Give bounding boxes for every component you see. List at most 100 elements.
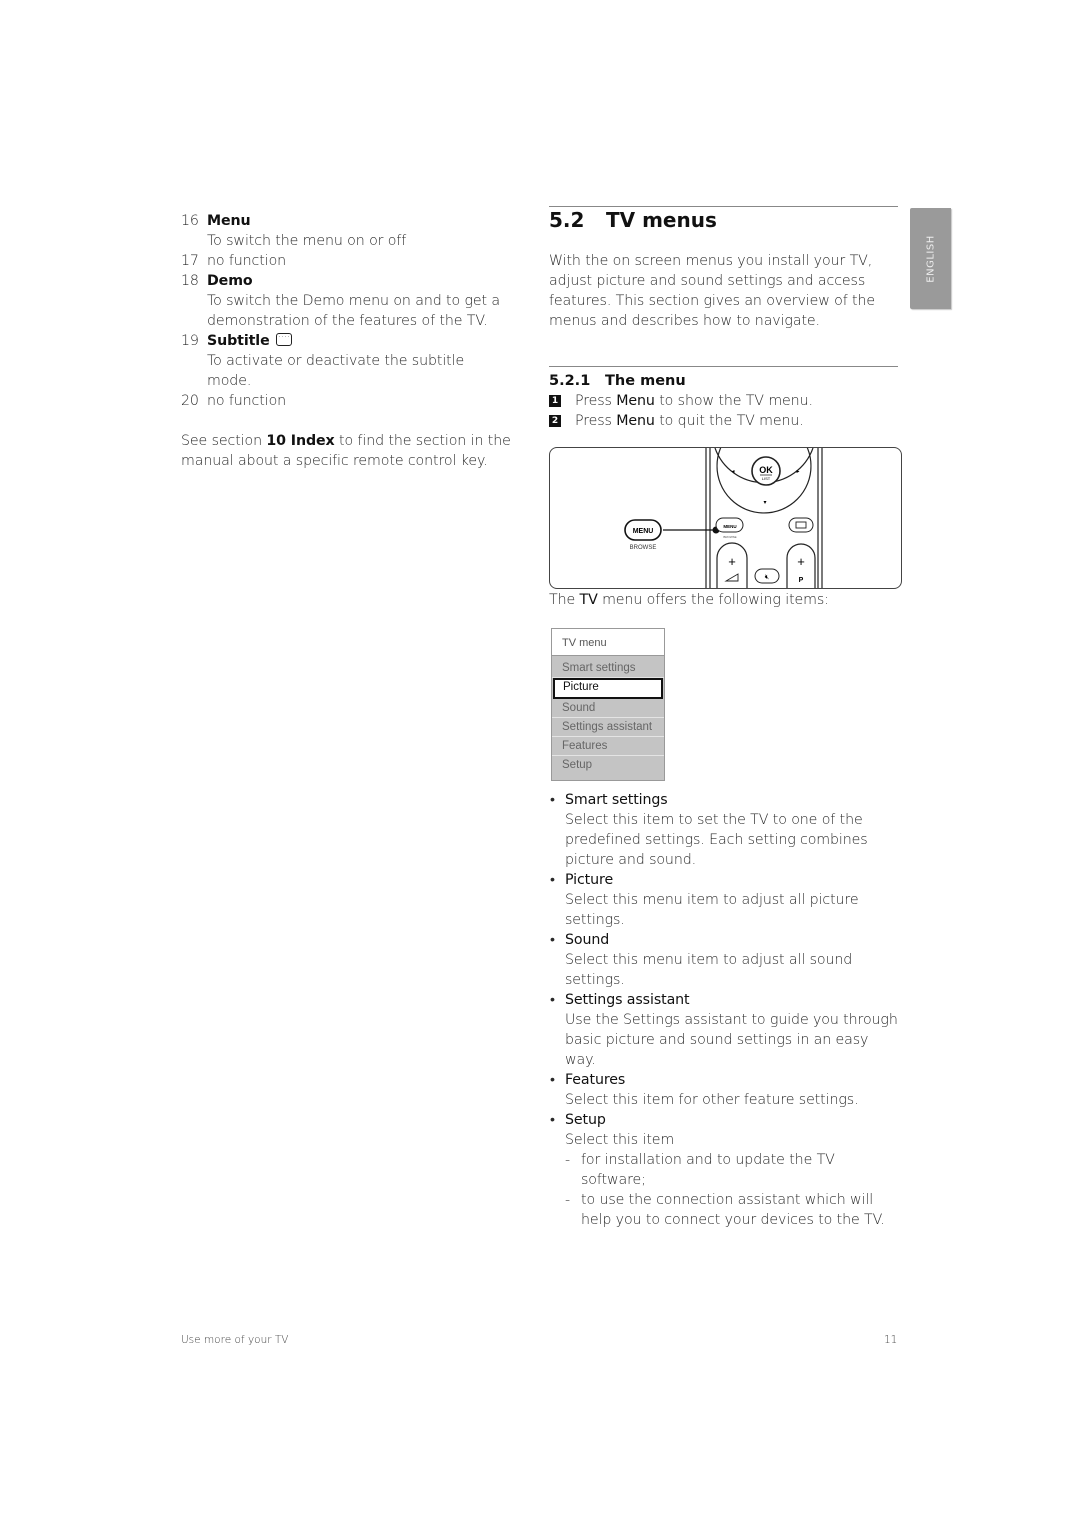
remote-key-list: 16 Menu To switch the menu on or off 17 …	[181, 211, 511, 411]
key-item-17: 17 no function	[181, 251, 511, 271]
page-number: 11	[884, 1334, 898, 1346]
bullet-smart-settings: • Smart settings Select this item to set…	[549, 790, 901, 870]
language-label: ENGLISH	[925, 234, 936, 283]
bullet-description: Select this item	[565, 1132, 675, 1148]
bullet-icon: •	[550, 932, 555, 948]
step-text: to show the TV menu.	[654, 393, 813, 409]
bullet-icon: •	[550, 1112, 555, 1128]
bullet-description: Select this menu item to adjust all soun…	[565, 952, 853, 988]
subsection-title: The menu	[605, 373, 686, 389]
bullet-picture: • Picture Select this menu item to adjus…	[549, 870, 901, 930]
bullet-title: Settings assistant	[565, 992, 690, 1008]
tv-menu-item-smart-settings[interactable]: Smart settings	[552, 659, 664, 678]
teletext-key	[788, 517, 814, 533]
item-number: 17	[181, 253, 199, 269]
bullet-title: Smart settings	[565, 792, 668, 808]
bullet-features: • Features Select this item for other fe…	[549, 1070, 901, 1110]
subitem-text: to use the connection assistant which wi…	[581, 1192, 885, 1228]
key-name: Menu	[616, 413, 655, 429]
bullet-icon: •	[550, 792, 555, 808]
steps-list: 1 Press Menu to show the TV menu. 2 Pres…	[549, 391, 899, 431]
subsection-heading: 5.2.1 The menu	[549, 371, 686, 391]
item-description: To activate or deactivate the subtitle m…	[207, 353, 465, 389]
item-title: Menu	[207, 213, 251, 229]
step-number-badge: 2	[549, 415, 561, 427]
bullet-icon: •	[550, 1072, 555, 1088]
note-text: See section	[181, 433, 267, 449]
bullet-settings-assistant: • Settings assistant Use the Settings as…	[549, 990, 901, 1070]
key-item-20: 20 no function	[181, 391, 511, 411]
setup-subitem: - to use the connection assistant which …	[565, 1190, 901, 1230]
step-text: to quit the TV menu.	[654, 413, 804, 429]
step-text: Press	[575, 413, 617, 429]
volume-plus-label: +	[728, 554, 736, 569]
step-number-badge: 1	[549, 395, 561, 407]
remote-browse-label: BROWSE	[723, 535, 736, 539]
tv-menu-item-picture[interactable]: Picture	[553, 678, 663, 699]
item-number: 19	[181, 333, 199, 349]
subitem-text: for installation and to update the TV so…	[581, 1152, 835, 1188]
item-title: no function	[207, 393, 287, 409]
item-number: 18	[181, 273, 199, 289]
menu-items-description: • Smart settings Select this item to set…	[549, 790, 901, 1230]
menu-caption: The TV menu offers the following items:	[549, 590, 899, 610]
arrow-left-icon: ◂	[731, 469, 734, 475]
step-1: 1 Press Menu to show the TV menu.	[549, 391, 899, 411]
key-item-18: 18 Demo To switch the Demo menu on and t…	[181, 271, 511, 331]
subsection-number: 5.2.1	[549, 373, 591, 389]
item-number: 20	[181, 393, 199, 409]
section-intro: With the on screen menus you install you…	[549, 253, 876, 329]
bullet-icon: •	[550, 992, 555, 1008]
remote-control-illustration: OK LIST ◂ ▸ ▾ MENU BROWSE MENU BROWSE + …	[549, 447, 902, 589]
key-name: Menu	[616, 393, 655, 409]
subtitle-icon	[275, 325, 292, 346]
bullet-setup: • Setup Select this item - for installat…	[549, 1110, 901, 1230]
see-section-note: See section 10 Index to find the section…	[181, 431, 511, 471]
tv-menu-items: Smart settings Picture Sound Settings as…	[552, 656, 664, 780]
ok-label: OK	[759, 465, 773, 475]
caption-text: menu offers the following items:	[597, 592, 829, 608]
tv-menu-item-settings-assistant[interactable]: Settings assistant	[552, 718, 664, 737]
key-item-19: 19 Subtitle To activate or deactivate th…	[181, 325, 511, 391]
tv-menu-header: TV menu	[552, 629, 664, 656]
section-heading: 5.2 TV menus	[549, 208, 717, 232]
dash-icon: -	[565, 1192, 571, 1208]
remote-menu-key-label: MENU	[723, 524, 736, 529]
bullet-description: Select this item to set the TV to one of…	[565, 812, 868, 868]
setup-subitem: - for installation and to update the TV …	[565, 1150, 901, 1190]
bullet-description: Use the Settings assistant to guide you …	[565, 1012, 898, 1068]
dash-icon: -	[565, 1152, 571, 1168]
tv-menu-panel: TV menu Smart settings Picture Sound Set…	[551, 628, 665, 781]
item-title: Subtitle	[207, 333, 270, 349]
bullet-sound: • Sound Select this menu item to adjust …	[549, 930, 901, 990]
step-text: Press	[575, 393, 617, 409]
list-label: LIST	[762, 476, 771, 481]
bullet-title: Picture	[565, 872, 614, 888]
section-reference-link[interactable]: 10 Index	[266, 433, 334, 449]
tv-menu-item-setup[interactable]: Setup	[552, 756, 664, 775]
bullet-icon: •	[550, 872, 555, 888]
bullet-title: Sound	[565, 932, 610, 948]
item-title: no function	[207, 253, 287, 269]
bullet-title: Features	[565, 1072, 626, 1088]
key-item-16: 16 Menu To switch the menu on or off	[181, 211, 511, 251]
language-tab: ENGLISH	[910, 208, 951, 309]
program-label: P	[799, 577, 804, 584]
footer-chapter-title: Use more of your TV	[181, 1334, 289, 1346]
tv-menu-item-sound[interactable]: Sound	[552, 699, 664, 718]
caption-text: The	[549, 592, 580, 608]
section-divider	[549, 206, 898, 207]
caption-key: TV	[579, 592, 598, 608]
subsection-divider	[549, 366, 898, 367]
item-description: To switch the menu on or off	[207, 233, 407, 249]
item-description: To switch the Demo menu on and to get a …	[207, 293, 500, 329]
section-title: TV menus	[606, 208, 717, 232]
step-2: 2 Press Menu to quit the TV menu.	[549, 411, 899, 431]
tv-menu-item-features[interactable]: Features	[552, 737, 664, 756]
item-number: 16	[181, 213, 199, 229]
remote-drawing: OK LIST ◂ ▸ ▾ MENU BROWSE MENU BROWSE + …	[624, 448, 823, 588]
arrow-right-icon: ▸	[796, 469, 799, 475]
bullet-title: Setup	[565, 1112, 606, 1128]
mute-icon: 🔇︎	[765, 574, 769, 581]
section-number: 5.2	[549, 208, 585, 232]
